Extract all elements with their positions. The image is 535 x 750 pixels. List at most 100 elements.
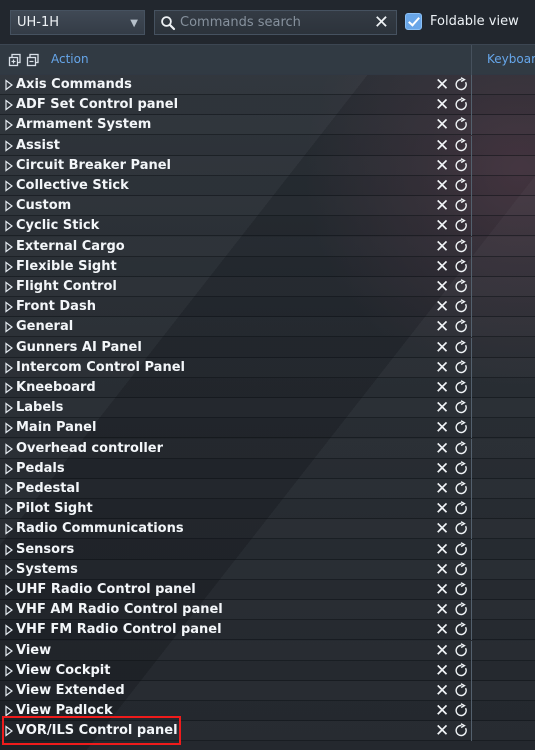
keyboard-binding-cell[interactable] — [472, 317, 535, 337]
commands-search-input[interactable] — [180, 13, 370, 32]
expand-icon[interactable] — [4, 483, 14, 495]
expand-icon[interactable] — [4, 584, 14, 596]
category-toggle[interactable]: Pedals — [0, 459, 432, 479]
reset-icon[interactable] — [454, 198, 469, 213]
keyboard-binding-cell[interactable] — [472, 580, 535, 600]
expand-icon[interactable] — [4, 99, 14, 111]
close-icon[interactable]: ✕ — [435, 419, 449, 437]
category-toggle[interactable]: Systems — [0, 560, 432, 580]
reset-icon[interactable] — [454, 258, 469, 274]
close-icon[interactable]: ✕ — [435, 722, 449, 740]
expand-all-icon[interactable] — [8, 53, 22, 67]
keyboard-binding-cell[interactable] — [472, 358, 535, 378]
close-icon[interactable]: ✕ — [435, 440, 449, 458]
keyboard-binding-cell[interactable] — [472, 115, 535, 135]
category-row-axis-commands[interactable]: Axis Commands ✕ — [0, 75, 535, 95]
category-row-gunners-ai-panel[interactable]: Gunners AI Panel ✕ — [0, 337, 535, 358]
keyboard-binding-cell[interactable] — [472, 540, 535, 560]
category-row-view-extended[interactable]: View Extended ✕ — [0, 681, 535, 701]
expand-icon[interactable] — [4, 624, 14, 637]
category-row-radio-communications[interactable]: Radio Communications ✕ — [0, 519, 535, 540]
category-toggle[interactable]: Assist — [0, 136, 432, 156]
category-row-main-panel[interactable]: Main Panel ✕ — [0, 418, 535, 439]
close-icon[interactable]: ✕ — [435, 217, 449, 235]
close-icon[interactable]: ✕ — [435, 177, 449, 195]
category-toggle[interactable]: ADF Set Control panel — [0, 95, 432, 115]
close-icon[interactable]: ✕ — [435, 662, 449, 680]
keyboard-binding-cell[interactable] — [472, 499, 535, 519]
reset-icon[interactable] — [454, 400, 469, 415]
keyboard-binding-cell[interactable] — [472, 95, 535, 115]
close-icon[interactable]: ✕ — [435, 621, 449, 639]
reset-icon[interactable] — [454, 703, 469, 718]
reset-icon[interactable] — [454, 279, 469, 294]
reset-icon[interactable] — [454, 97, 469, 112]
reset-icon[interactable] — [454, 501, 469, 516]
expand-icon[interactable] — [4, 240, 14, 253]
category-row-labels[interactable]: Labels ✕ — [0, 398, 535, 419]
category-toggle[interactable]: Pedestal — [0, 479, 432, 499]
category-toggle[interactable]: Kneeboard — [0, 378, 432, 398]
keyboard-binding-cell[interactable] — [472, 176, 535, 196]
keyboard-binding-cell[interactable] — [472, 237, 535, 257]
expand-icon[interactable] — [4, 422, 14, 435]
keyboard-binding-cell[interactable] — [472, 196, 535, 216]
category-toggle[interactable]: Front Dash — [0, 297, 432, 317]
category-row-view-padlock[interactable]: View Padlock ✕ — [0, 701, 535, 722]
reset-icon[interactable] — [454, 642, 469, 658]
close-icon[interactable]: ✕ — [435, 96, 449, 114]
keyboard-binding-cell[interactable] — [472, 519, 535, 539]
category-row-general[interactable]: General ✕ — [0, 317, 535, 338]
keyboard-binding-cell[interactable] — [472, 479, 535, 499]
chevron-down-icon[interactable]: ▼ — [130, 12, 138, 35]
expand-icon[interactable] — [4, 604, 14, 616]
category-toggle[interactable]: Pilot Sight — [0, 499, 432, 519]
category-row-uhf-radio-control-panel[interactable]: UHF Radio Control panel ✕ — [0, 580, 535, 600]
reset-icon[interactable] — [454, 662, 469, 678]
close-icon[interactable]: ✕ — [435, 702, 449, 720]
expand-icon[interactable] — [4, 119, 14, 132]
keyboard-binding-cell[interactable] — [472, 620, 535, 640]
category-toggle[interactable]: Sensors — [0, 540, 432, 560]
expand-icon[interactable] — [4, 523, 14, 536]
category-toggle[interactable]: General — [0, 317, 432, 337]
category-toggle[interactable]: Custom — [0, 196, 432, 216]
close-icon[interactable]: ✕ — [374, 12, 389, 33]
keyboard-binding-cell[interactable] — [472, 721, 535, 741]
category-toggle[interactable]: Intercom Control Panel — [0, 358, 432, 378]
collapse-all-icon[interactable] — [26, 53, 40, 67]
close-icon[interactable]: ✕ — [435, 116, 449, 134]
reset-icon[interactable] — [454, 723, 469, 738]
category-row-armament-system[interactable]: Armament System ✕ — [0, 115, 535, 136]
expand-icon[interactable] — [4, 261, 14, 273]
category-toggle[interactable]: Axis Commands — [0, 75, 432, 95]
expand-icon[interactable] — [4, 220, 14, 233]
commands-search-box[interactable]: ✕ — [154, 10, 397, 35]
expand-icon[interactable] — [4, 705, 14, 717]
expand-icon[interactable] — [4, 301, 14, 313]
foldable-view-toggle[interactable]: Foldable view — [405, 12, 527, 34]
expand-icon[interactable] — [4, 160, 14, 172]
keyboard-binding-cell[interactable] — [472, 136, 535, 156]
reset-icon[interactable] — [454, 420, 469, 435]
category-toggle[interactable]: View Extended — [0, 681, 432, 701]
expand-icon[interactable] — [4, 281, 14, 293]
expand-icon[interactable] — [4, 341, 14, 354]
category-row-view-cockpit[interactable]: View Cockpit ✕ — [0, 660, 535, 681]
close-icon[interactable]: ✕ — [435, 541, 449, 559]
category-toggle[interactable]: Radio Communications — [0, 519, 432, 539]
keyboard-binding-cell[interactable] — [472, 277, 535, 297]
keyboard-binding-cell[interactable] — [472, 641, 535, 661]
reset-icon[interactable] — [454, 157, 469, 173]
close-icon[interactable]: ✕ — [435, 520, 449, 538]
category-toggle[interactable]: UHF Radio Control panel — [0, 580, 432, 600]
expand-icon[interactable] — [4, 362, 14, 374]
expand-icon[interactable] — [4, 402, 14, 414]
category-row-pilot-sight[interactable]: Pilot Sight ✕ — [0, 499, 535, 520]
expand-icon[interactable] — [4, 503, 14, 515]
keyboard-binding-cell[interactable] — [472, 600, 535, 620]
action-column-header[interactable]: Action — [51, 52, 89, 66]
close-icon[interactable]: ✕ — [435, 359, 449, 377]
category-row-vor-ils-control-panel[interactable]: VOR/ILS Control panel ✕ — [0, 721, 535, 742]
reset-icon[interactable] — [454, 460, 469, 476]
